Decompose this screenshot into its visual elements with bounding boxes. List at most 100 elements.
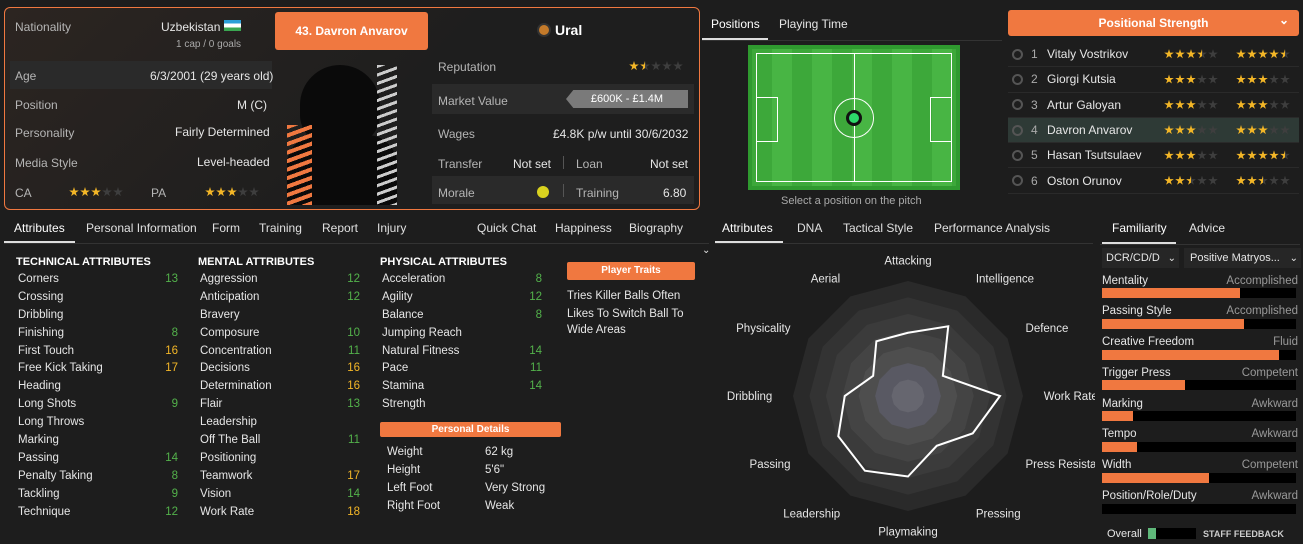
tab-injury[interactable]: Injury (377, 221, 406, 243)
radio-icon[interactable] (1012, 48, 1023, 60)
tab-advice[interactable]: Advice (1189, 221, 1225, 235)
positional-strength-header[interactable]: Positional Strength ⌄ (1008, 10, 1299, 36)
position-strength-row[interactable]: 3 Artur Galoyan (1008, 93, 1299, 118)
attribute-row[interactable]: Determination 16 (200, 377, 360, 395)
attribute-row[interactable]: Positioning (200, 449, 360, 467)
attribute-row[interactable]: Anticipation 12 (200, 288, 360, 306)
attribute-row[interactable]: Jumping Reach (382, 324, 542, 342)
role-select[interactable]: Positive Matryos... ⌄ (1184, 248, 1301, 268)
radio-icon[interactable] (1012, 149, 1023, 161)
attribute-row[interactable]: Stamina 14 (382, 377, 542, 395)
uzbekistan-flag-icon (224, 20, 241, 31)
ability-star-icon (1208, 150, 1218, 160)
tab-form[interactable]: Form (212, 221, 240, 243)
attribute-name: Balance (382, 308, 424, 321)
tab-happiness[interactable]: Happiness (555, 221, 612, 243)
position-star-icon (1247, 74, 1257, 84)
attribute-row[interactable]: Composure 10 (200, 324, 360, 342)
familiarity-row[interactable]: Tempo Awkward (1102, 427, 1298, 458)
attribute-row[interactable]: Teamwork 17 (200, 467, 360, 485)
tab-training[interactable]: Training (259, 221, 302, 243)
position-strength-row[interactable]: 1 Vitaly Vostrikov (1008, 42, 1299, 68)
tab-personal-information[interactable]: Personal Information (86, 221, 197, 243)
player-name-button[interactable]: 43. Davron Anvarov (275, 12, 428, 50)
tab-attributes[interactable]: Attributes (722, 221, 773, 243)
position-strength-row[interactable]: 2 Giorgi Kutsia (1008, 67, 1299, 93)
familiarity-level: Awkward (1251, 428, 1298, 441)
tab-dna[interactable]: DNA (797, 221, 822, 243)
attribute-row[interactable]: Marking (18, 431, 178, 449)
attribute-row[interactable]: Passing 14 (18, 449, 178, 467)
attribute-row[interactable]: First Touch 16 (18, 342, 178, 360)
market-value-badge[interactable]: £600K - £1.4M (566, 90, 688, 108)
current-ability-stars (1164, 150, 1236, 160)
attribute-row[interactable]: Acceleration 8 (382, 270, 542, 288)
familiarity-row[interactable]: Mentality Accomplished (1102, 273, 1298, 304)
position-strength-row[interactable]: 4 Davron Anvarov (1008, 117, 1299, 144)
radio-icon[interactable] (1012, 73, 1023, 85)
attribute-row[interactable]: Crossing (18, 288, 178, 306)
personal-detail-value: Very Strong (485, 482, 546, 494)
attribute-row[interactable]: Penalty Taking 8 (18, 467, 178, 485)
tab-biography[interactable]: Biography (629, 221, 683, 243)
trait-item[interactable]: Likes To Switch Ball To Wide Areas (567, 306, 697, 339)
attribute-row[interactable]: Natural Fitness 14 (382, 342, 542, 360)
position-select[interactable]: DCR/CD/D ⌄ (1102, 248, 1179, 268)
attribute-row[interactable]: Concentration 11 (200, 342, 360, 360)
position-strength-row[interactable]: 5 Hasan Tsutsulaev (1008, 143, 1299, 169)
attribute-row[interactable]: Work Rate 18 (200, 503, 360, 521)
attribute-row[interactable]: Tackling 9 (18, 485, 178, 503)
familiarity-row[interactable]: Passing Style Accomplished (1102, 304, 1298, 335)
familiarity-row[interactable]: Trigger Press Competent (1102, 365, 1298, 396)
familiarity-row[interactable]: Creative Freedom Fluid (1102, 335, 1298, 366)
tab-quick-chat[interactable]: Quick Chat (477, 221, 536, 243)
tab-positions[interactable]: Positions (711, 17, 760, 31)
position-strength-row[interactable]: 6 Oston Orunov (1008, 168, 1299, 194)
attribute-row[interactable]: Heading (18, 377, 178, 395)
attribute-row[interactable]: Long Shots 9 (18, 395, 178, 413)
attribute-row[interactable]: Dribbling (18, 306, 178, 324)
attribute-row[interactable]: Agility 12 (382, 288, 542, 306)
tab-playing-time[interactable]: Playing Time (779, 17, 848, 31)
club-name[interactable]: Ural (555, 22, 582, 38)
tab-attributes[interactable]: Attributes (14, 221, 65, 243)
attribute-row[interactable]: Balance 8 (382, 306, 542, 324)
physical-list: Acceleration 8 Agility 12 Balance 8 Jumping Re… (382, 270, 542, 413)
tab-performance-analysis[interactable]: Performance Analysis (934, 221, 1050, 243)
player-position-marker[interactable] (846, 109, 862, 126)
familiarity-row[interactable]: Width Competent (1102, 458, 1298, 489)
tab-tactical-style[interactable]: Tactical Style (843, 221, 913, 243)
attribute-row[interactable]: Free Kick Taking 17 (18, 359, 178, 377)
attribute-row[interactable]: Leadership (200, 413, 360, 431)
media-style-label: Media Style (15, 156, 78, 170)
attribute-row[interactable]: Technique 12 (18, 503, 178, 521)
familiarity-name: Marking (1102, 397, 1143, 410)
attribute-row[interactable]: Finishing 8 (18, 324, 178, 342)
attribute-row[interactable]: Aggression 12 (200, 270, 360, 288)
tab-familiarity[interactable]: Familiarity (1112, 221, 1167, 235)
radio-icon[interactable] (1012, 175, 1023, 187)
attribute-row[interactable]: Pace 11 (382, 359, 542, 377)
attribute-row[interactable]: Strength (382, 395, 542, 413)
radio-icon[interactable] (1012, 124, 1023, 136)
attribute-row[interactable]: Corners 13 (18, 270, 178, 288)
familiarity-row[interactable]: Position/Role/Duty Awkward (1102, 489, 1298, 520)
radar-label: Dribbling (727, 391, 772, 403)
attribute-row[interactable]: Flair 13 (200, 395, 360, 413)
attribute-row[interactable]: Long Throws (18, 413, 178, 431)
radio-icon[interactable] (1012, 99, 1023, 111)
familiarity-row[interactable]: Marking Awkward (1102, 396, 1298, 427)
position-star-icon (1258, 125, 1268, 135)
attribute-row[interactable]: Off The Ball 11 (200, 431, 360, 449)
attribute-name: Finishing (18, 326, 65, 339)
position-star-icon (1258, 49, 1268, 59)
pitch[interactable] (748, 45, 960, 190)
chevron-down-icon[interactable]: ⌄ (702, 245, 710, 256)
attribute-row[interactable]: Decisions 16 (200, 359, 360, 377)
attribute-row[interactable]: Vision 14 (200, 485, 360, 503)
attribute-row[interactable]: Bravery (200, 306, 360, 324)
nationality-value[interactable]: Uzbekistan (161, 20, 220, 34)
trait-item[interactable]: Tries Killer Balls Often (567, 288, 697, 305)
tab-report[interactable]: Report (322, 221, 358, 243)
staff-feedback-link[interactable]: STAFF FEEDBACK (1203, 529, 1284, 539)
